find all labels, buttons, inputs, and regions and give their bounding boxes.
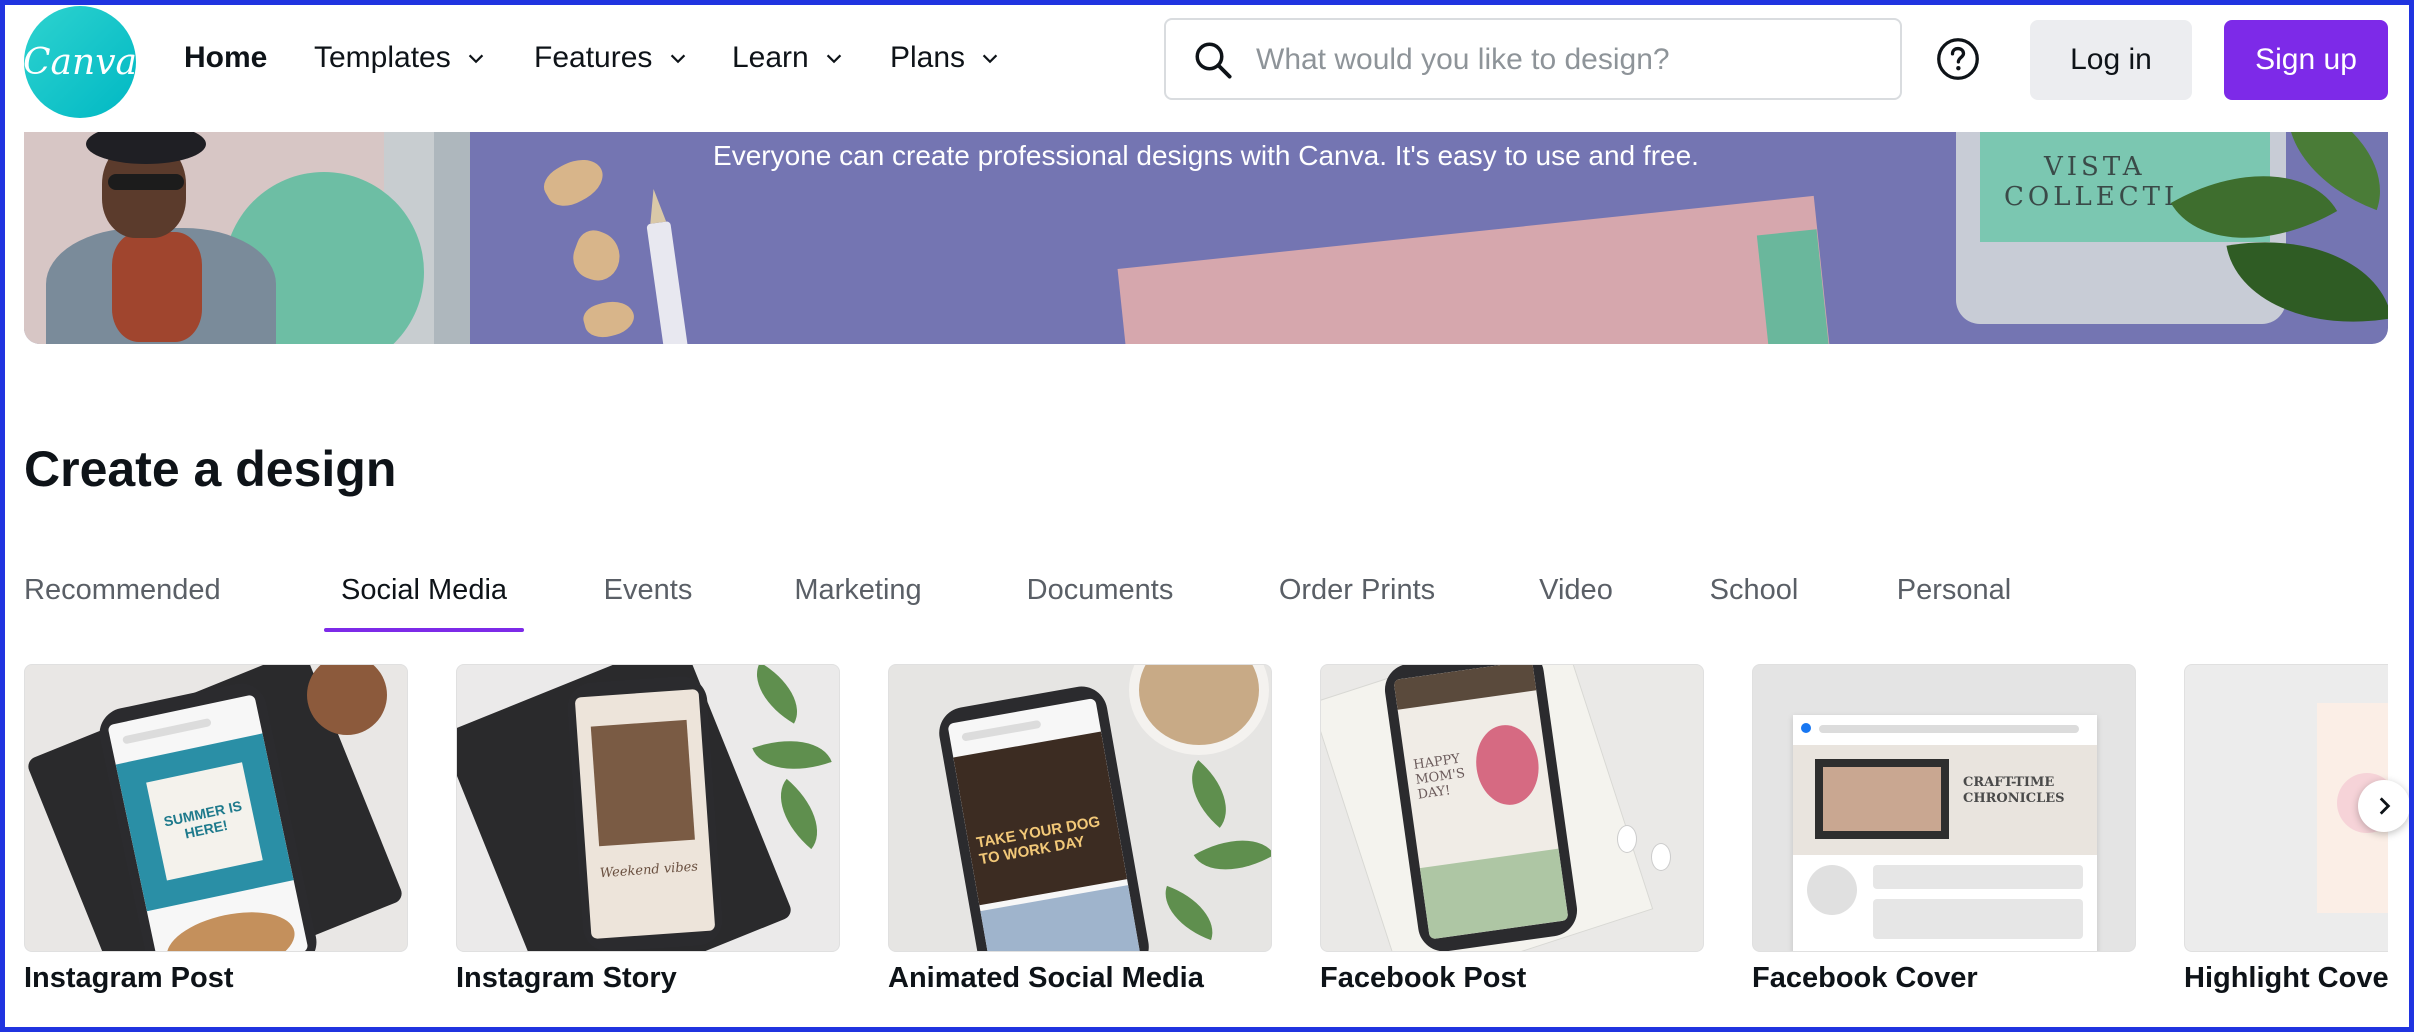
nav-learn[interactable]: Learn <box>732 38 845 78</box>
card-thumbnail: HAPPY MOM'S DAY! <box>1320 664 1704 952</box>
nav-plans[interactable]: Plans <box>890 38 1001 78</box>
search-input[interactable] <box>1254 34 1878 86</box>
hero-tagline: Everyone can create professional designs… <box>713 140 1699 171</box>
card-label: Instagram Post <box>24 962 234 994</box>
tab-recommended[interactable]: Recommended <box>24 548 221 632</box>
signup-button[interactable]: Sign up <box>2224 20 2388 100</box>
chevron-right-icon <box>2379 797 2391 815</box>
design-card-animated-social-media[interactable]: TAKE YOUR DOG TO WORK DAY Animated Socia… <box>888 664 1272 994</box>
tab-documents[interactable]: Documents <box>1022 548 1178 632</box>
nav-learn-label: Learn <box>732 41 809 74</box>
nav-plans-label: Plans <box>890 41 966 74</box>
tab-label: Events <box>603 574 693 606</box>
card-label: Facebook Cover <box>1752 962 1978 994</box>
nav-home[interactable]: Home <box>184 38 267 78</box>
chevron-down-icon <box>983 54 998 64</box>
tab-label: Documents <box>1026 574 1174 606</box>
question-circle-icon[interactable] <box>1936 37 1980 81</box>
mockup-text-line-2: COLLECTI <box>2004 182 2179 212</box>
tab-label: School <box>1709 574 1799 606</box>
nav-templates-label: Templates <box>314 41 451 74</box>
tab-personal[interactable]: Personal <box>1892 548 2016 632</box>
nav-templates[interactable]: Templates <box>314 38 487 78</box>
tab-social-media[interactable]: Social Media <box>324 548 524 632</box>
thumb-text: Weekend vibes <box>599 859 699 882</box>
card-label: Instagram Story <box>456 962 677 994</box>
design-card-instagram-story[interactable]: Weekend vibes Instagram Story <box>456 664 840 994</box>
tab-label: Recommended <box>24 574 221 606</box>
hero-pink-paper <box>1117 195 1831 344</box>
design-card-instagram-post[interactable]: SUMMER IS HERE! Instagram Post <box>24 664 408 994</box>
chevron-down-icon <box>670 54 685 64</box>
search-box <box>1164 18 1902 100</box>
thumb-text: SUMMER IS HERE! <box>162 797 244 842</box>
nav-features-label: Features <box>534 41 653 74</box>
tab-school[interactable]: School <box>1706 548 1802 632</box>
tab-order-prints[interactable]: Order Prints <box>1272 548 1442 632</box>
tab-marketing[interactable]: Marketing <box>786 548 930 632</box>
card-thumbnail: TAKE YOUR DOG TO WORK DAY <box>888 664 1272 952</box>
design-category-tabs: Recommended Social Media Events Marketin… <box>16 548 2396 632</box>
tab-events[interactable]: Events <box>600 548 696 632</box>
login-button[interactable]: Log in <box>2030 20 2192 100</box>
tab-video[interactable]: Video <box>1534 548 1618 632</box>
card-label: Animated Social Media <box>888 962 1204 994</box>
carousel-next-button[interactable] <box>2358 780 2410 832</box>
card-thumbnail: CRAFT-TIME CHRONICLES <box>1752 664 2136 952</box>
tab-label: Order Prints <box>1278 574 1436 606</box>
hero-banner: VISTA COLLECTI Everyone can create profe… <box>24 132 2388 344</box>
design-card-highlight-cover[interactable]: Highlight Cover <box>2184 664 2388 1004</box>
tab-label: Personal <box>1896 574 2012 606</box>
tab-label: Video <box>1539 574 1613 606</box>
chevron-down-icon <box>468 54 484 64</box>
card-thumbnail: Weekend vibes <box>456 664 840 952</box>
tab-label: Social Media <box>340 574 508 606</box>
design-card-facebook-post[interactable]: HAPPY MOM'S DAY! Facebook Post <box>1320 664 1704 994</box>
tab-label: Marketing <box>794 574 922 606</box>
canva-logo[interactable]: Canva <box>23 6 137 118</box>
card-thumbnail: SUMMER IS HERE! <box>24 664 408 952</box>
thumb-text: TAKE YOUR DOG TO WORK DAY <box>975 813 1102 869</box>
nav-features[interactable]: Features <box>534 38 689 78</box>
card-label: Highlight Cover <box>2184 962 2388 994</box>
search-icon <box>1195 42 1232 79</box>
card-label: Facebook Post <box>1320 962 1527 994</box>
nav-home-label: Home <box>184 41 268 74</box>
thumb-text: CRAFT-TIME CHRONICLES <box>1963 775 2065 806</box>
create-design-heading: Create a design <box>24 441 397 497</box>
logo-text: Canva <box>23 41 137 83</box>
thumb-text: HAPPY MOM'S DAY! <box>1412 751 1466 803</box>
chevron-down-icon <box>826 54 842 64</box>
top-navigation-bar: Canva Home Templates Features Learn Plan… <box>0 0 2414 132</box>
hero-green-paper <box>1756 229 1832 344</box>
design-card-facebook-cover[interactable]: CRAFT-TIME CHRONICLES Facebook Cover <box>1752 664 2136 994</box>
